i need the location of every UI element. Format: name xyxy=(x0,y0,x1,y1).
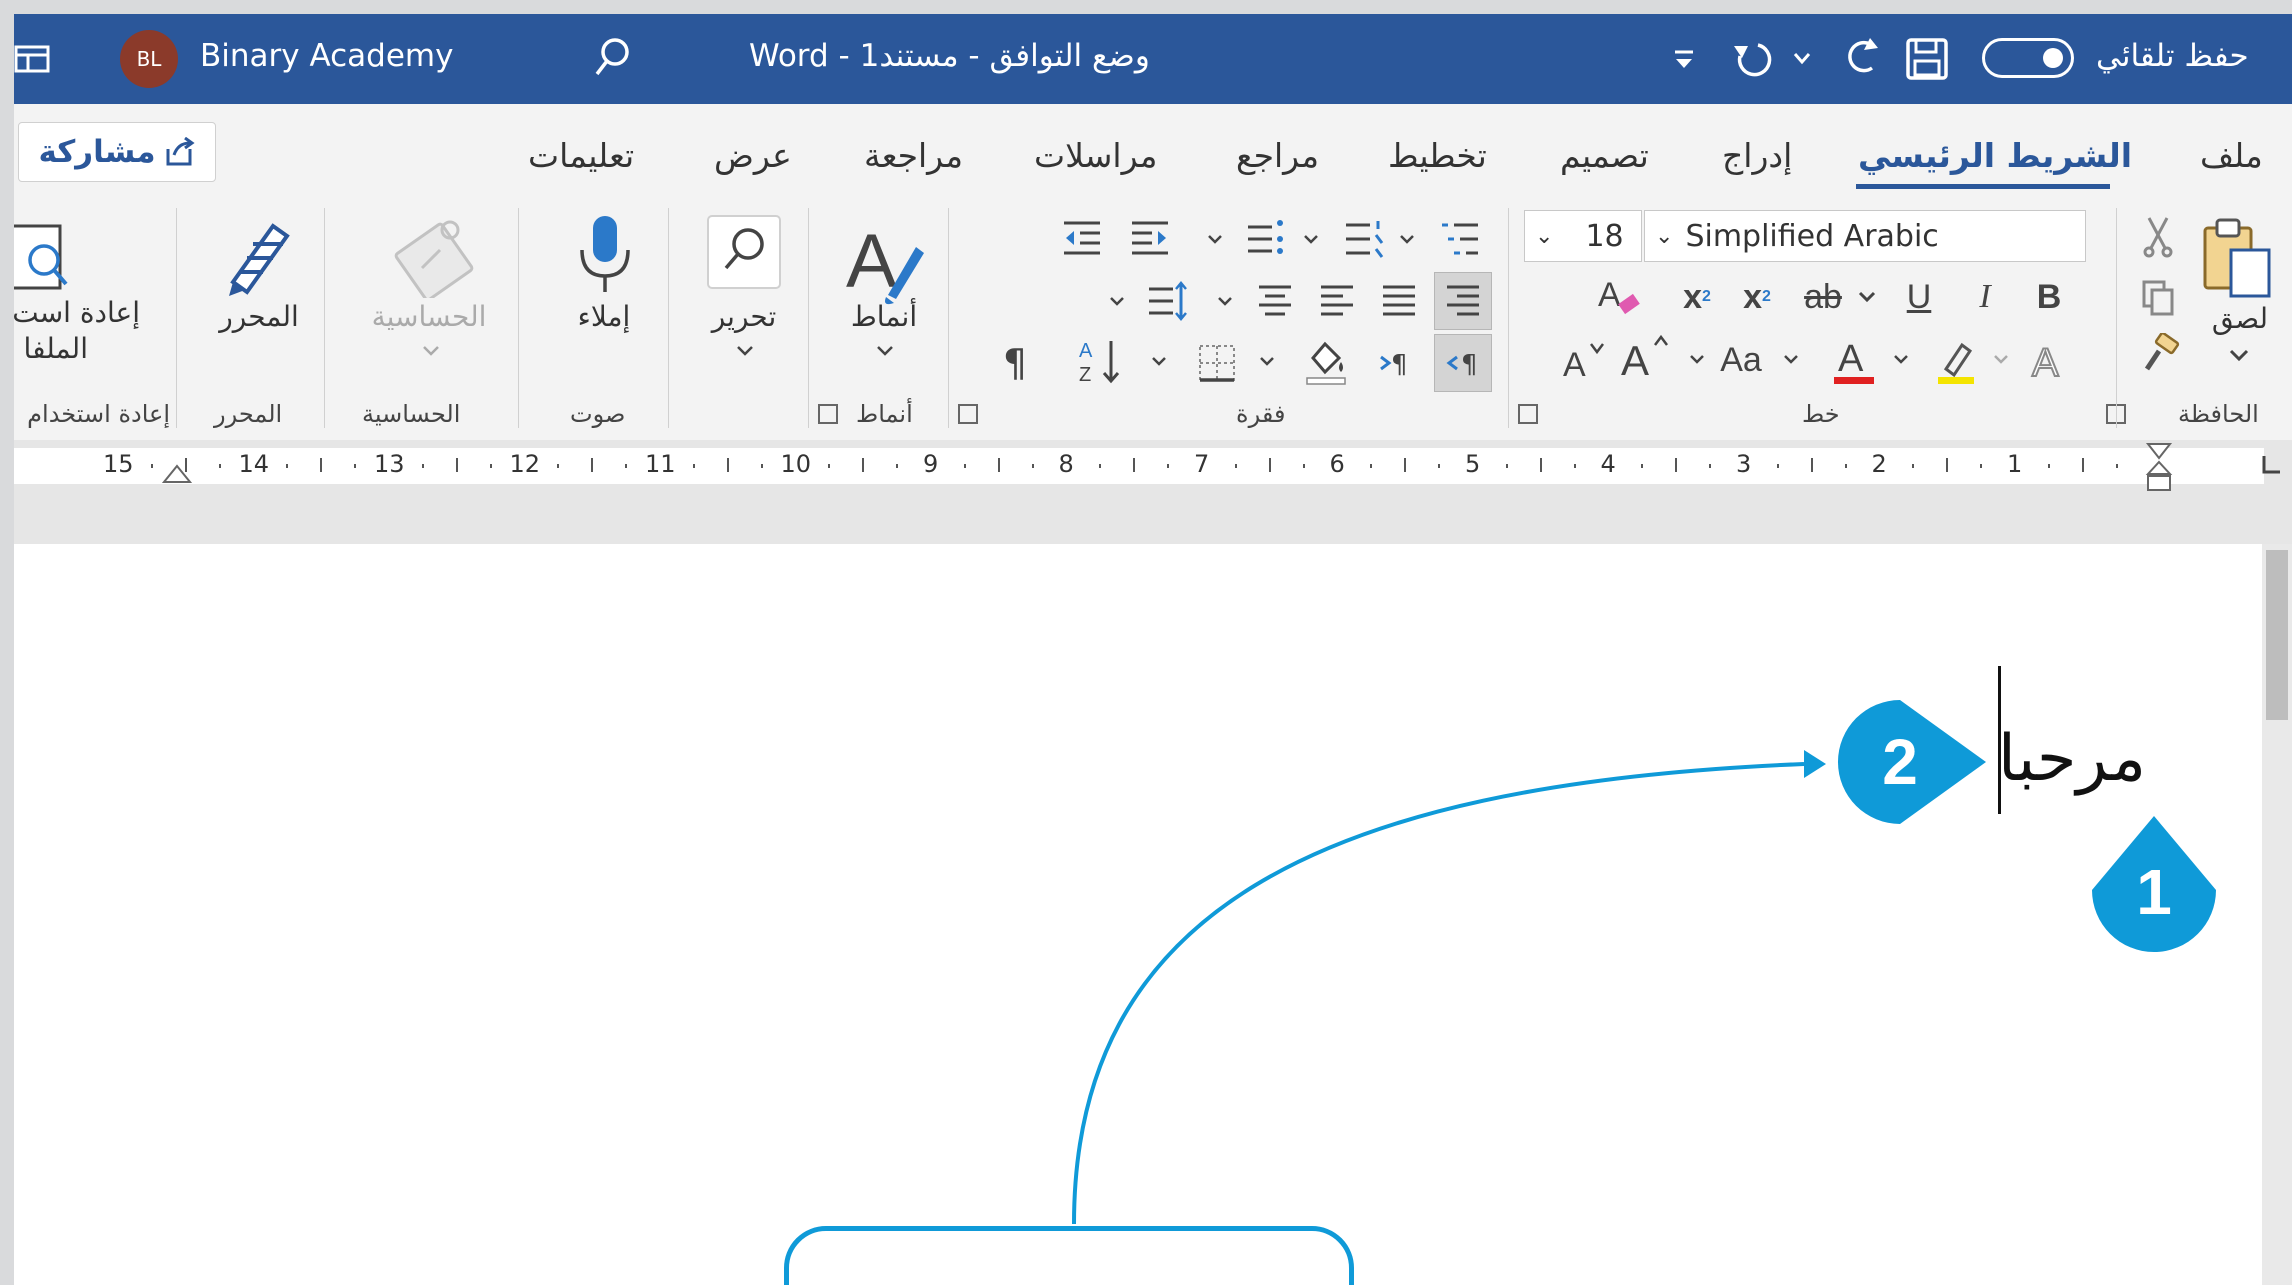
callout-1: 1 xyxy=(2136,856,2172,928)
callout-arrow xyxy=(1072,750,1826,1225)
callout-2: 2 xyxy=(1882,726,1918,798)
word-window: BL Binary Academy Word - وضع التوافق - م… xyxy=(14,14,2292,1285)
callout-box xyxy=(784,1226,1354,1285)
